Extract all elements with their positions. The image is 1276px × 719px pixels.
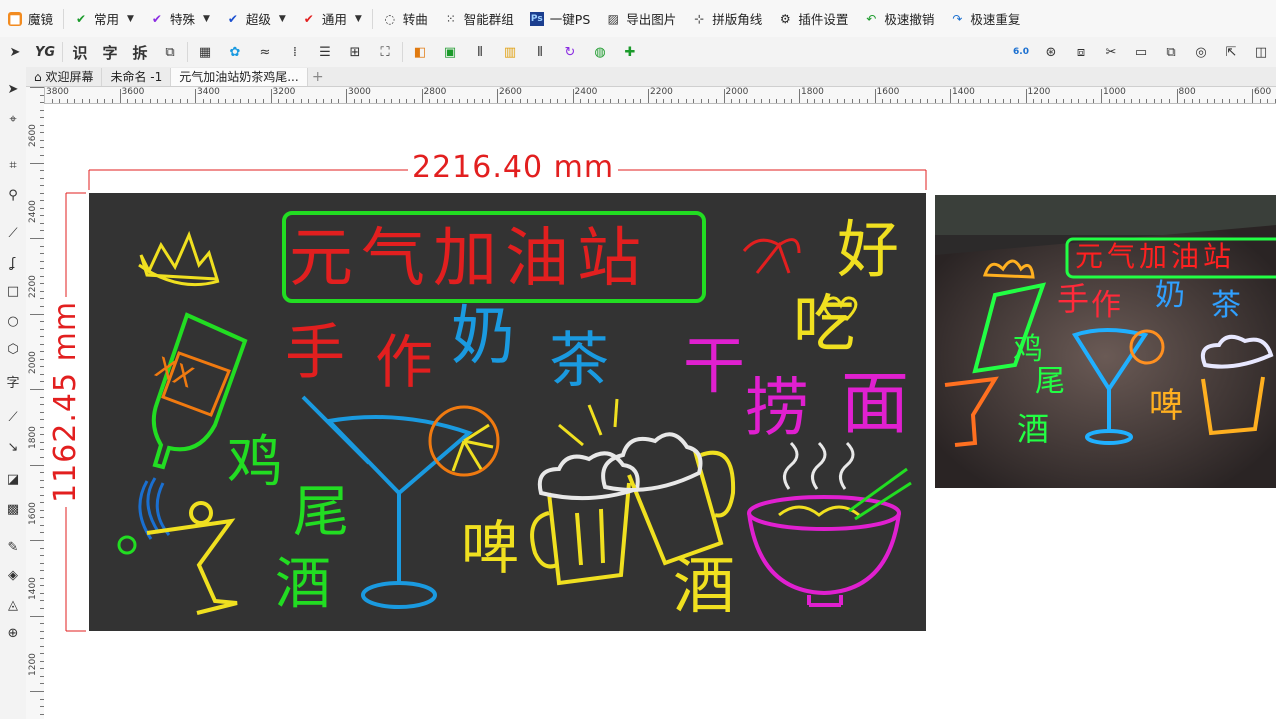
photo-word: 酒 bbox=[1017, 410, 1050, 448]
cheers-lines-icon bbox=[558, 398, 619, 447]
sign-word: 吃 bbox=[793, 287, 856, 360]
noodles-icon bbox=[778, 505, 860, 517]
sign-word: 好 bbox=[837, 213, 900, 286]
sign-word: 尾 bbox=[293, 480, 349, 545]
photo-word: 尾 bbox=[1035, 364, 1065, 399]
photo-word: 鸡 bbox=[1013, 332, 1043, 367]
photo-word: 手 bbox=[1057, 280, 1090, 318]
steam-icon bbox=[783, 441, 855, 490]
beer-foam-right-icon bbox=[601, 432, 703, 492]
photo-word: 茶 bbox=[1211, 288, 1241, 323]
sign-word: 奶 bbox=[451, 300, 515, 374]
photo-word: 奶 bbox=[1155, 278, 1185, 313]
width-dimension-label[interactable]: 2216.40 mm bbox=[408, 150, 619, 185]
sign-word: 酒 bbox=[673, 549, 736, 622]
height-dimension-label[interactable]: 1162.45 mm bbox=[48, 296, 83, 507]
photo-scene bbox=[935, 195, 1276, 488]
sign-word: 作 bbox=[375, 328, 434, 396]
photo-word: 啤 bbox=[1149, 386, 1183, 426]
sign-word: 啤 bbox=[461, 514, 520, 582]
photo-title: 元气加油站 bbox=[1075, 240, 1236, 273]
neon-sign-board[interactable]: 元气加油站 手 作 奶 茶 干 捞 面 好 吃 鸡 尾 酒 啤 酒 XX bbox=[89, 193, 926, 631]
olive-icon bbox=[117, 535, 137, 555]
sign-word: 手 bbox=[285, 318, 345, 388]
photo-word: 作 bbox=[1091, 288, 1121, 323]
sign-word: 茶 bbox=[549, 326, 609, 396]
splash-icon bbox=[742, 238, 801, 274]
sign-word: 捞 bbox=[745, 372, 809, 446]
sign-word: 鸡 bbox=[227, 430, 283, 495]
sign-title: 元气加油站 bbox=[289, 222, 649, 296]
beer-mug-right-icon bbox=[627, 450, 736, 566]
sign-word: 酒 bbox=[275, 552, 331, 617]
reference-photo[interactable]: 元气加油站 手 作 奶 茶 鸡 尾 酒 啤 bbox=[935, 195, 1276, 488]
crown-icon bbox=[138, 230, 220, 287]
chopsticks-icon bbox=[848, 467, 912, 521]
sign-word: 面 bbox=[841, 365, 910, 444]
sign-word: 干 bbox=[683, 329, 746, 402]
